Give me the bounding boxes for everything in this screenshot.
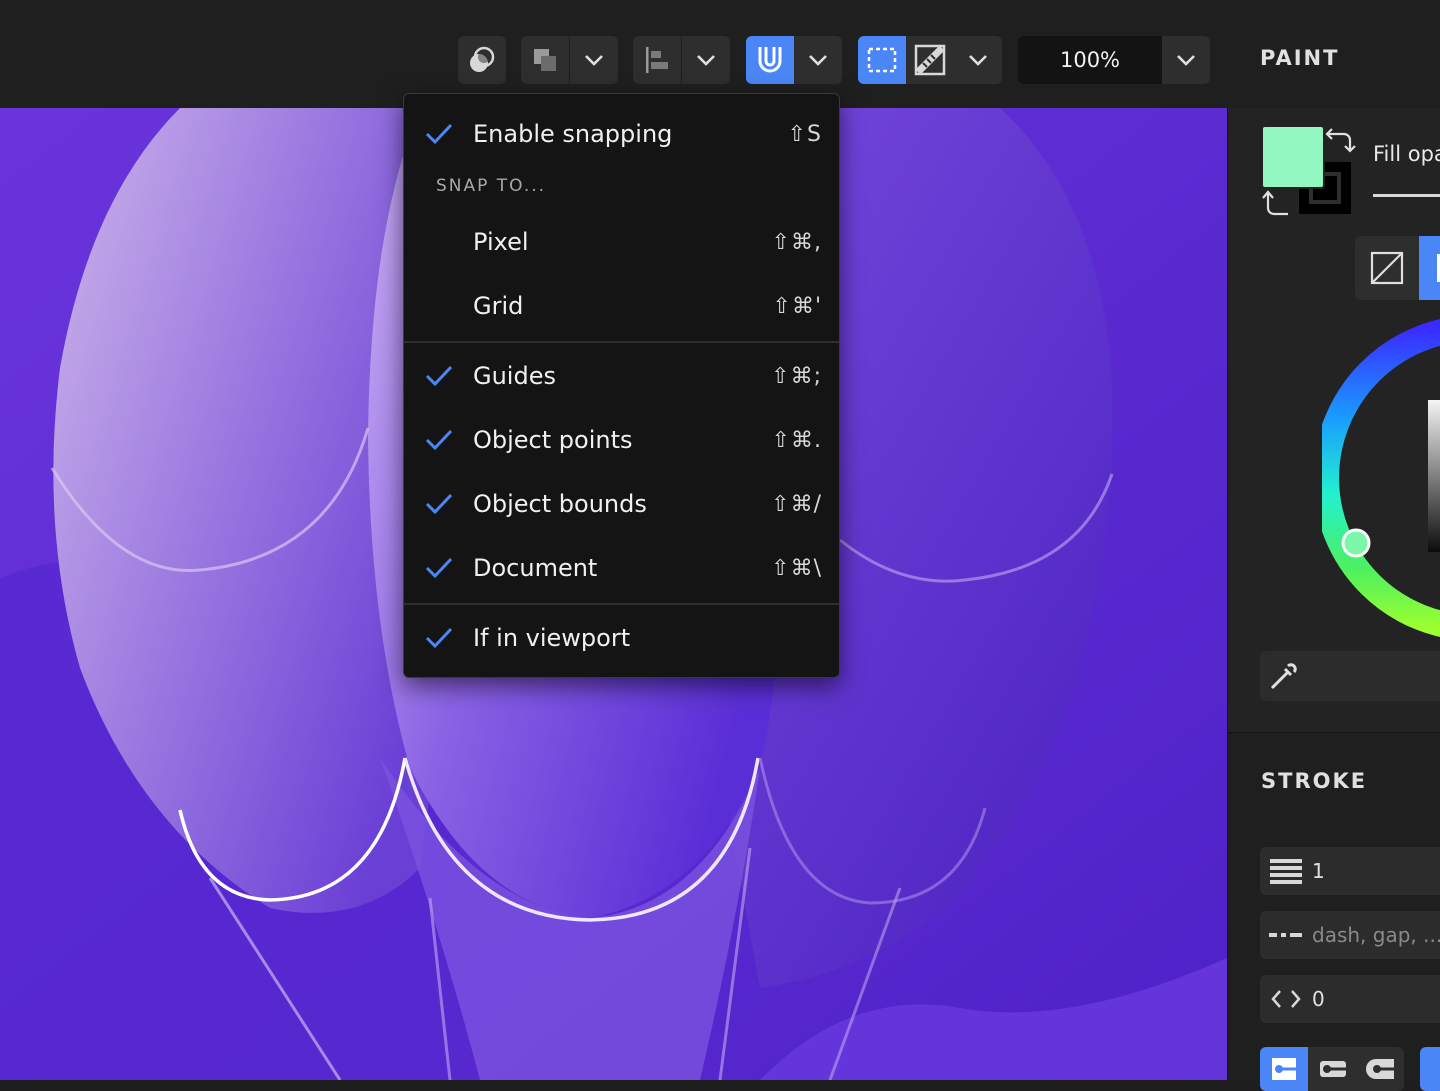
menu-item-document[interactable]: Document ⇧⌘\ [404, 540, 839, 596]
chevron-down-icon [1177, 55, 1195, 66]
menu-item-label: Document [473, 554, 598, 582]
line-cap-group [1260, 1047, 1404, 1091]
menu-item-shortcut: ⇧⌘' [772, 293, 822, 319]
stroke-section-title: STROKE [1261, 769, 1368, 793]
zoom-control: 100% [1018, 36, 1210, 84]
flat-color-button[interactable] [1419, 236, 1440, 300]
dash-pattern-field[interactable]: dash, gap, ... [1260, 911, 1440, 959]
menu-item-object-bounds[interactable]: Object bounds ⇧⌘/ [404, 476, 839, 532]
menu-item-label: Guides [473, 362, 556, 390]
menu-item-object-points[interactable]: Object points ⇧⌘. [404, 412, 839, 468]
square-cap-icon [1366, 1059, 1394, 1079]
snapping-menu: Enable snapping ⇧S SNAP TO... Pixel ⇧⌘, … [403, 93, 840, 678]
menu-item-guides[interactable]: Guides ⇧⌘; [404, 348, 839, 404]
no-fill-icon [1370, 251, 1404, 285]
paint-section-title: PAINT [1260, 46, 1340, 70]
butt-cap-icon [1272, 1058, 1296, 1080]
marquee-icon [867, 47, 897, 73]
align-button[interactable] [633, 36, 681, 84]
round-cap-button[interactable] [1308, 1047, 1356, 1091]
menu-divider [404, 341, 839, 343]
snap-to-heading: SNAP TO... [436, 176, 547, 196]
arrange-dropdown[interactable] [569, 36, 618, 84]
menu-item-shortcut: ⇧⌘\ [771, 555, 822, 581]
dash-placeholder: dash, gap, ... [1312, 923, 1440, 947]
menu-item-if-in-viewport[interactable]: If in viewport [404, 610, 839, 666]
butt-cap-button[interactable] [1260, 1047, 1308, 1091]
swap-colors-icon[interactable] [1324, 126, 1356, 156]
menu-item-grid[interactable]: Grid ⇧⌘' [404, 278, 839, 334]
code-brackets-icon [1271, 990, 1301, 1008]
selection-bounds-toggle[interactable] [858, 36, 906, 84]
chevron-down-icon [809, 55, 827, 66]
align-group [633, 36, 730, 84]
menu-item-shortcut: ⇧⌘. [771, 427, 822, 453]
menu-item-shortcut: ⇧⌘, [771, 229, 822, 255]
join-style-button[interactable] [1420, 1047, 1440, 1091]
chevron-down-icon [697, 55, 715, 66]
menu-item-shortcut: ⇧⌘; [771, 363, 822, 389]
fill-swatch[interactable] [1261, 125, 1325, 189]
menu-item-label: Object bounds [473, 490, 647, 518]
zoom-value[interactable]: 100% [1018, 36, 1162, 84]
rulers-toggle[interactable] [906, 36, 954, 84]
menu-item-label: Grid [473, 292, 524, 320]
menu-item-enable-snapping[interactable]: Enable snapping ⇧S [404, 106, 839, 162]
fill-opacity-label: Fill opa [1373, 142, 1440, 166]
checkmark-icon [425, 627, 452, 649]
chevron-down-icon [969, 55, 987, 66]
snapping-toggle[interactable] [746, 36, 794, 84]
fill-opacity-slider[interactable] [1373, 194, 1440, 197]
snapping-group [746, 36, 842, 84]
menu-item-label: Object points [473, 426, 633, 454]
align-left-icon [646, 47, 668, 73]
menu-item-shortcut: ⇧S [787, 121, 822, 147]
dash-icon [1269, 933, 1302, 937]
checkmark-icon [425, 365, 452, 387]
boolean-icon [470, 46, 495, 72]
eyedropper-icon [1270, 663, 1297, 690]
boolean-group [458, 36, 506, 84]
square-cap-button[interactable] [1356, 1047, 1404, 1091]
line-weight-icon [1270, 859, 1302, 884]
paint-mode-group [1355, 236, 1440, 300]
boolean-ops-button[interactable] [458, 36, 506, 84]
checkmark-icon [425, 429, 452, 451]
menu-item-shortcut: ⇧⌘/ [771, 491, 822, 517]
magnet-icon [758, 47, 782, 73]
checkmark-icon [425, 557, 452, 579]
stroke-section: STROKE 1 dash, gap, ... 0 [1228, 732, 1440, 1091]
chevron-down-icon [585, 55, 603, 66]
dash-offset-value: 0 [1312, 987, 1325, 1011]
eyedropper-field[interactable] [1260, 651, 1440, 701]
checkmark-icon [425, 123, 452, 145]
menu-item-label: If in viewport [473, 624, 631, 652]
dash-offset-field[interactable]: 0 [1260, 975, 1440, 1023]
round-cap-icon [1320, 1061, 1346, 1077]
menu-item-label: Enable snapping [473, 120, 673, 148]
ruler-icon [914, 44, 946, 76]
properties-panel: Fill opa STROKE 1 dash, gap, ... 0 [1227, 108, 1440, 1091]
view-group [858, 36, 1002, 84]
view-dropdown[interactable] [954, 36, 1002, 84]
arrange-group [521, 36, 618, 84]
align-dropdown[interactable] [681, 36, 730, 84]
snapping-dropdown[interactable] [794, 36, 842, 84]
checkmark-icon [425, 493, 452, 515]
menu-divider [404, 603, 839, 605]
top-toolbar: 100% PAINT [0, 0, 1440, 108]
layers-icon [534, 49, 556, 71]
stroke-width-value: 1 [1312, 859, 1325, 883]
reset-colors-icon[interactable] [1262, 186, 1292, 218]
zoom-dropdown[interactable] [1162, 36, 1210, 84]
menu-item-label: Pixel [473, 228, 529, 256]
arrange-button[interactable] [521, 36, 569, 84]
menu-item-pixel[interactable]: Pixel ⇧⌘, [404, 214, 839, 270]
stroke-width-field[interactable]: 1 [1260, 847, 1440, 895]
color-wheel[interactable] [1322, 318, 1440, 638]
no-paint-button[interactable] [1355, 236, 1419, 300]
